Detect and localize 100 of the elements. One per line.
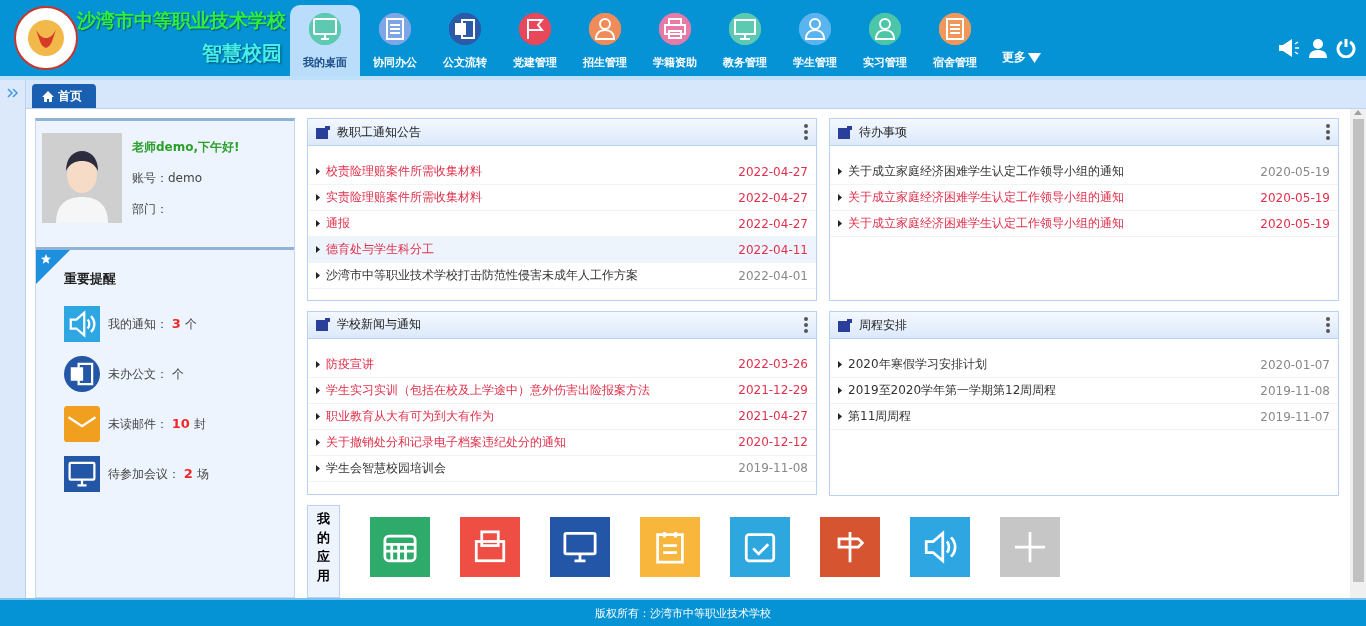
nav-tab[interactable]: 公文流转 [430,5,500,76]
notice-row[interactable]: 关于成立家庭经济困难学生认定工作领导小组的通知 2020-05-19 [830,185,1338,211]
nav-tab[interactable]: 我的桌面 [290,5,360,76]
reminder-text[interactable]: 待参加会议： 2 场 [108,465,209,483]
reminder-text[interactable]: 未读邮件： 10 封 [108,415,206,433]
nav-tab[interactable]: 协同办公 [360,5,430,76]
notice-date: 2022-04-27 [738,164,808,179]
apps-label: 我的应用 [307,505,340,598]
notice-date: 2019-11-08 [1260,383,1330,398]
bullet-icon [838,361,842,368]
panel-icon [838,318,852,332]
app-tile[interactable] [460,517,520,578]
notice-row[interactable]: 2020年寒假学习安排计划 2020-01-07 [830,352,1338,378]
more-options-icon[interactable] [804,316,808,333]
notice-row[interactable]: 学生实习实训（包括在校及上学途中）意外伤害出险报案方法 2021-12-29 [308,377,816,404]
notice-row[interactable]: 沙湾市中等职业技术学校打击防范性侵害未成年人工作方案 2022-04-01 [308,263,816,289]
notice-title: 学生实习实训（包括在校及上学途中）意外伤害出险报案方法 [326,381,650,399]
more-options-icon[interactable] [804,124,808,140]
school-name: 沙湾市中等职业技术学校 [77,8,286,33]
notice-title: 校责险理赔案件所需收集材料 [326,163,482,180]
bullet-icon [316,386,320,394]
department-label: 部门： [132,201,169,218]
megaphone-icon[interactable] [1278,38,1300,58]
app-tile[interactable] [370,517,430,578]
notice-row[interactable]: 关于撤销处分和记录电子档案违纪处分的通知 2020-12-12 [308,429,816,456]
notice-date: 2020-05-19 [1260,190,1330,205]
notice-date: 2021-04-27 [738,409,808,424]
notice-title: 2019至2020学年第一学期第12周周程 [848,382,1057,399]
notice-date: 2022-04-01 [738,268,808,283]
home-tab[interactable]: 首页 [32,84,96,108]
notice-row[interactable]: 防疫宣讲 2022-03-26 [308,351,816,378]
app-tile[interactable] [640,517,700,578]
reminder-text[interactable]: 未办公文： 个 [108,365,184,383]
nav-tab[interactable]: 学籍资助 [640,5,710,76]
app-tile[interactable] [730,517,790,578]
notice-date: 2019-11-08 [738,461,808,476]
nav-tab[interactable]: 教务管理 [710,5,780,76]
envelope-icon [64,406,100,442]
more-menu[interactable]: 更多 [996,48,1047,67]
panel-title: 教职工通知公告 [337,123,421,141]
panel-icon [838,125,852,139]
app-tile[interactable] [1000,517,1060,578]
more-options-icon[interactable] [1326,124,1330,140]
nav-tab[interactable]: 实习管理 [850,5,920,76]
panel-icon [316,125,330,139]
notice-row[interactable]: 职业教育从大有可为到大有作为 2021-04-27 [308,403,816,430]
reminder-text[interactable]: 我的通知： 3 个 [108,315,197,333]
more-options-icon[interactable] [1326,317,1330,333]
notice-row[interactable]: 关于成立家庭经济困难学生认定工作领导小组的通知 2020-05-19 [830,211,1338,237]
notice-title: 实责险理赔案件所需收集材料 [326,189,482,206]
notice-title: 通报 [326,215,350,232]
notice-row[interactable]: 学生会智慧校园培训会 2019-11-08 [308,455,816,482]
bullet-icon [316,412,320,420]
app-tile[interactable] [550,517,610,578]
nav-tab[interactable]: 学生管理 [780,5,850,76]
notice-date: 2022-04-27 [738,190,808,205]
notice-date: 2019-11-07 [1260,409,1330,424]
user-icon[interactable] [1309,38,1327,58]
notice-row[interactable]: 关于成立家庭经济困难学生认定工作领导小组的通知 2020-05-19 [830,159,1338,185]
bullet-icon [838,220,842,227]
notice-title: 德育处与学生科分工 [326,241,434,258]
panel-icon [316,318,330,332]
bullet-icon [838,168,842,175]
notice-title: 沙湾市中等职业技术学校打击防范性侵害未成年人工作方案 [326,267,638,284]
notice-title: 关于成立家庭经济困难学生认定工作领导小组的通知 [848,163,1124,180]
notice-date: 2020-01-07 [1260,357,1330,372]
home-icon [42,90,54,102]
power-icon[interactable] [1336,38,1356,58]
notice-date: 2022-04-11 [738,242,808,257]
notice-row[interactable]: 校责险理赔案件所需收集材料 2022-04-27 [308,159,816,185]
speaker-icon [64,306,100,342]
bullet-icon [838,387,842,394]
nav-tab[interactable]: 宿舍管理 [920,5,990,76]
expand-icon[interactable] [6,88,19,98]
nav-tab[interactable]: 招生管理 [570,5,640,76]
notice-date: 2020-05-19 [1260,216,1330,231]
notice-row[interactable]: 2019至2020学年第一学期第12周周程 2019-11-08 [830,378,1338,404]
system-name: 智慧校园 [202,40,282,67]
bullet-icon [838,413,842,420]
notice-title: 学生会智慧校园培训会 [326,459,446,477]
reminders-title: 重要提醒 [64,270,117,288]
notice-date: 2020-12-12 [738,435,808,450]
panel-title: 周程安排 [859,316,907,334]
notice-row[interactable]: 实责险理赔案件所需收集材料 2022-04-27 [308,185,816,211]
notice-title: 关于成立家庭经济困难学生认定工作领导小组的通知 [848,189,1124,206]
app-tile[interactable] [820,517,880,578]
nav-tab[interactable]: 党建管理 [500,5,570,76]
notice-title: 2020年寒假学习安排计划 [848,356,987,373]
notice-row[interactable]: 第11周周程 2019-11-07 [830,404,1338,430]
notice-row[interactable]: 德育处与学生科分工 2022-04-11 [308,237,816,263]
bullet-icon [316,272,320,279]
scrollbar-thumb[interactable] [1352,119,1364,582]
bullet-icon [316,360,320,368]
notice-title: 防疫宣讲 [326,355,374,373]
bullet-icon [838,194,842,201]
notice-date: 2020-05-19 [1260,164,1330,179]
greeting: 老师demo,下午好! [132,139,240,156]
notice-title: 职业教育从大有可为到大有作为 [326,407,494,425]
bullet-icon [316,194,320,201]
app-tile[interactable] [910,517,970,578]
